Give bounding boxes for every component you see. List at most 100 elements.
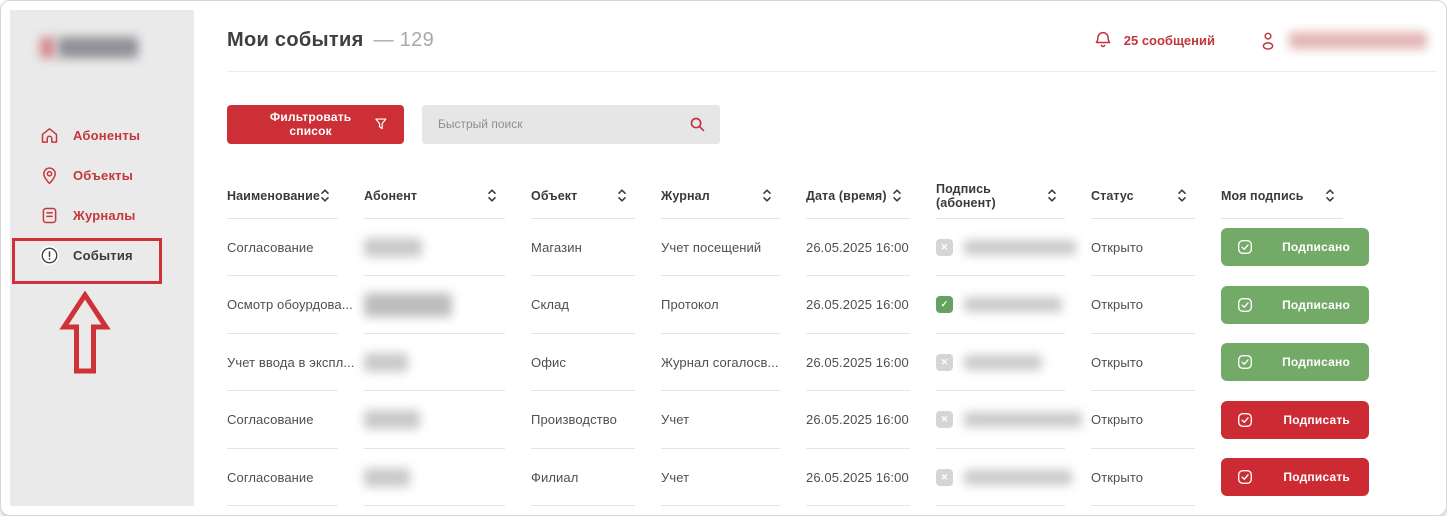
sign-button-label: Подписано xyxy=(1282,240,1350,255)
cell-subscriber-wrap xyxy=(364,219,531,277)
subscriber-signed-icon: ✕ xyxy=(936,353,953,371)
sidebar-item-label: Абоненты xyxy=(73,127,141,143)
bell-icon[interactable] xyxy=(1092,29,1114,51)
cell-datetime-wrap: 26.05.2025 16:00 xyxy=(806,334,936,392)
cell-datetime: 26.05.2025 16:00 xyxy=(806,469,909,485)
user-name-redacted xyxy=(1289,31,1427,49)
signature-name-redacted xyxy=(964,297,1062,313)
column-header-my-signature: Моя подпись xyxy=(1221,173,1369,219)
quick-search xyxy=(422,104,720,144)
cell-journal: Журнал согалосв... xyxy=(661,354,779,370)
sign-button-label: Подписать xyxy=(1283,412,1350,427)
sort-icon[interactable] xyxy=(617,188,627,203)
annotation-arrow-up-icon xyxy=(59,291,111,374)
cell-object-wrap: Производство xyxy=(531,391,661,449)
sidebar-item-objects[interactable]: Объекты xyxy=(10,155,194,195)
cell-action-wrap: Подписано xyxy=(1221,276,1369,334)
cell-subscriber-wrap xyxy=(364,449,531,507)
header-actions: 25 сообщений xyxy=(1092,29,1427,51)
cell-journal: Учет xyxy=(661,412,690,428)
subscriber-name-redacted xyxy=(364,237,422,257)
column-header-object: Объект xyxy=(531,173,661,219)
cell-name: Учет ввода в экспл... xyxy=(227,354,355,370)
column-header-datetime: Дата (время) xyxy=(806,173,936,219)
table-row: Согласование Производство Учет 26.05.202… xyxy=(227,391,1369,449)
table-row: Согласование Филиал Учет 26.05.2025 16:0… xyxy=(227,449,1369,507)
signature-name-redacted xyxy=(964,354,1042,370)
sort-icon[interactable] xyxy=(1177,188,1187,203)
sidebar-item-journals[interactable]: Журналы xyxy=(10,195,194,235)
check-square-icon xyxy=(1238,297,1252,312)
cell-subscriber-wrap xyxy=(364,276,531,334)
check-square-icon xyxy=(1238,355,1252,370)
cell-action-wrap: Подписано xyxy=(1221,219,1369,277)
cell-subscriber-signature-wrap: ✕ xyxy=(936,219,1091,277)
table-row: Согласование Магазин Учет посещений 26.0… xyxy=(227,219,1369,277)
sort-icon[interactable] xyxy=(892,188,902,203)
cell-subscriber-wrap xyxy=(364,334,531,392)
cell-name-wrap: Согласование xyxy=(227,219,364,277)
page-header: Мои события — 129 25 сообщений xyxy=(227,10,1437,72)
sort-icon[interactable] xyxy=(762,188,772,203)
column-header-name: Наименование xyxy=(227,173,364,219)
subscriber-name-redacted xyxy=(364,410,420,430)
signature-name-redacted xyxy=(964,239,1076,255)
location-pin-icon xyxy=(43,166,56,184)
cell-action-wrap: Подписать xyxy=(1221,449,1369,507)
cell-status-wrap: Открыто xyxy=(1091,334,1221,392)
cell-name-wrap: Согласование xyxy=(227,391,364,449)
sort-icon[interactable] xyxy=(320,188,330,203)
sidebar: Абоненты Объекты Журналы События xyxy=(10,10,194,506)
notifications-link[interactable]: 25 сообщений xyxy=(1124,33,1215,48)
app-window: Абоненты Объекты Журналы События Мои соб… xyxy=(0,0,1447,516)
filter-list-button[interactable]: Фильтровать список xyxy=(227,104,404,144)
table-row: Осмотр обоурдова... Склад Протокол 26.05… xyxy=(227,276,1369,334)
sign-button[interactable]: Подписано xyxy=(1221,228,1369,267)
cell-name: Согласование xyxy=(227,412,314,428)
subscriber-signed-icon: ✕ xyxy=(936,411,953,429)
filter-button-label: Фильтровать список xyxy=(269,110,352,138)
cell-datetime: 26.05.2025 16:00 xyxy=(806,239,909,255)
app-logo xyxy=(40,37,194,58)
cell-object: Магазин xyxy=(531,239,582,255)
cell-journal: Учет посещений xyxy=(661,239,762,255)
sort-icon[interactable] xyxy=(1047,188,1057,203)
journal-icon xyxy=(42,207,57,223)
cell-subscriber-wrap xyxy=(364,391,531,449)
toolbar: Фильтровать список xyxy=(227,104,1437,144)
sidebar-item-label: Объекты xyxy=(73,167,134,183)
cell-datetime-wrap: 26.05.2025 16:00 xyxy=(806,276,936,334)
sidebar-nav: Абоненты Объекты Журналы События xyxy=(10,115,194,275)
cell-datetime: 26.05.2025 16:00 xyxy=(806,354,909,370)
sign-button[interactable]: Подписать xyxy=(1221,400,1369,439)
search-input[interactable] xyxy=(438,117,688,131)
logo-blur-redacted xyxy=(58,37,138,58)
sort-icon[interactable] xyxy=(1325,188,1335,203)
cell-object-wrap: Магазин xyxy=(531,219,661,277)
cell-journal-wrap: Учет xyxy=(661,449,806,507)
funnel-icon xyxy=(375,118,387,130)
check-square-icon xyxy=(1238,470,1252,485)
subscriber-name-redacted xyxy=(364,352,408,372)
sidebar-item-events[interactable]: События xyxy=(10,235,194,275)
sidebar-item-label: Журналы xyxy=(73,207,136,223)
sidebar-item-label: События xyxy=(73,247,133,263)
check-square-icon xyxy=(1238,240,1252,255)
cell-datetime-wrap: 26.05.2025 16:00 xyxy=(806,219,936,277)
cell-subscriber-signature-wrap: ✕ xyxy=(936,449,1091,507)
sign-button[interactable]: Подписать xyxy=(1221,458,1369,497)
sign-button[interactable]: Подписано xyxy=(1221,343,1369,382)
column-header-subscriber-signature: Подпись (абонент) xyxy=(936,173,1091,219)
subscriber-signed-icon: ✕ xyxy=(936,468,953,486)
subscriber-name-redacted xyxy=(364,467,410,487)
table-body: Согласование Магазин Учет посещений 26.0… xyxy=(227,219,1369,507)
cell-subscriber-signature-wrap: ✓ xyxy=(936,276,1091,334)
user-menu[interactable] xyxy=(1257,29,1427,51)
sort-icon[interactable] xyxy=(487,188,497,203)
table-header: Наименование Абонент Объект Журнал Дата … xyxy=(227,173,1369,219)
sign-button[interactable]: Подписано xyxy=(1221,285,1369,324)
sidebar-item-subscribers[interactable]: Абоненты xyxy=(10,115,194,155)
search-icon[interactable] xyxy=(688,115,707,134)
cell-datetime-wrap: 26.05.2025 16:00 xyxy=(806,449,936,507)
cell-status-wrap: Открыто xyxy=(1091,449,1221,507)
